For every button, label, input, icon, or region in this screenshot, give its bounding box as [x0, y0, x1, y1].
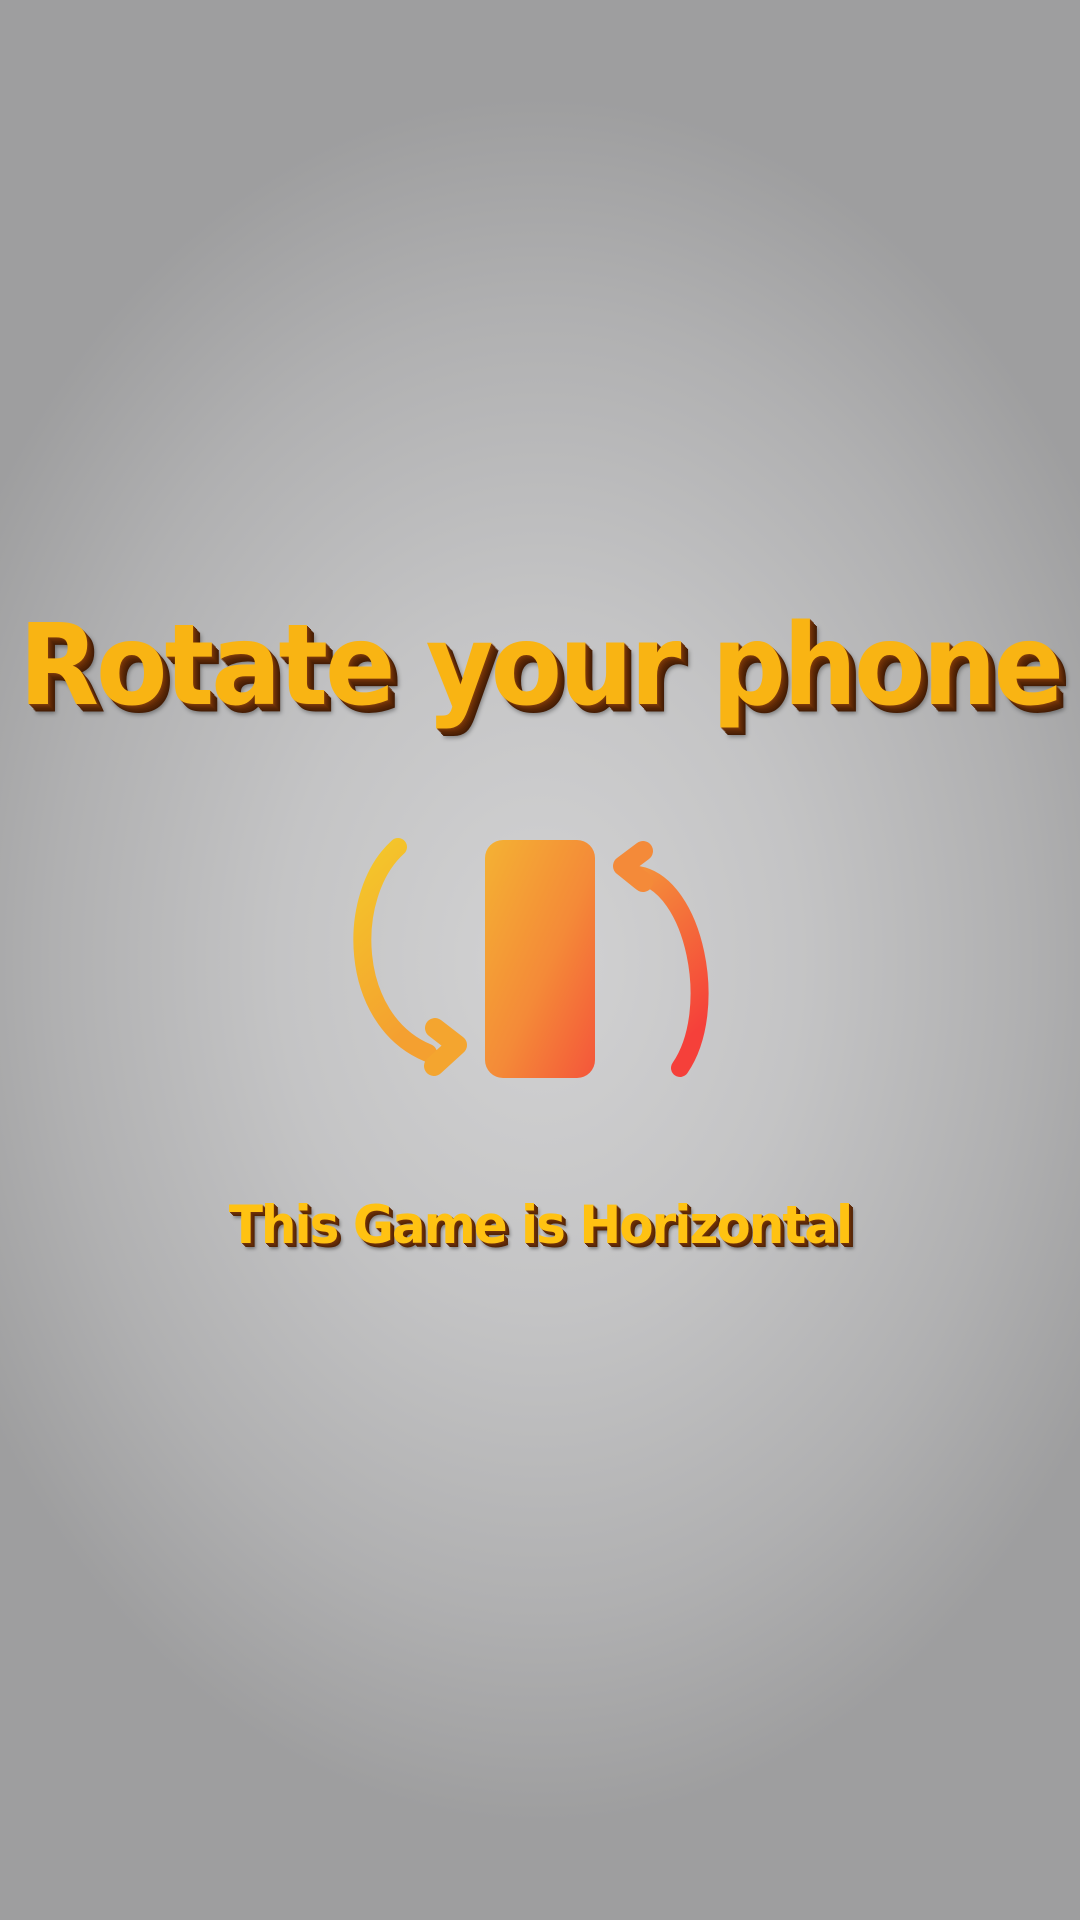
- left-rotate-arrow: [353, 838, 467, 1076]
- rotate-phone-screen: Rotate your phone This Game is Horizonta…: [0, 0, 1080, 1920]
- right-rotate-arrow: [613, 841, 709, 1077]
- rotate-title: Rotate your phone: [18, 599, 1064, 731]
- orientation-subtitle: This Game is Horizontal: [228, 1194, 853, 1256]
- rotate-phone-icon: [353, 838, 709, 1078]
- phone-shape: [485, 840, 595, 1078]
